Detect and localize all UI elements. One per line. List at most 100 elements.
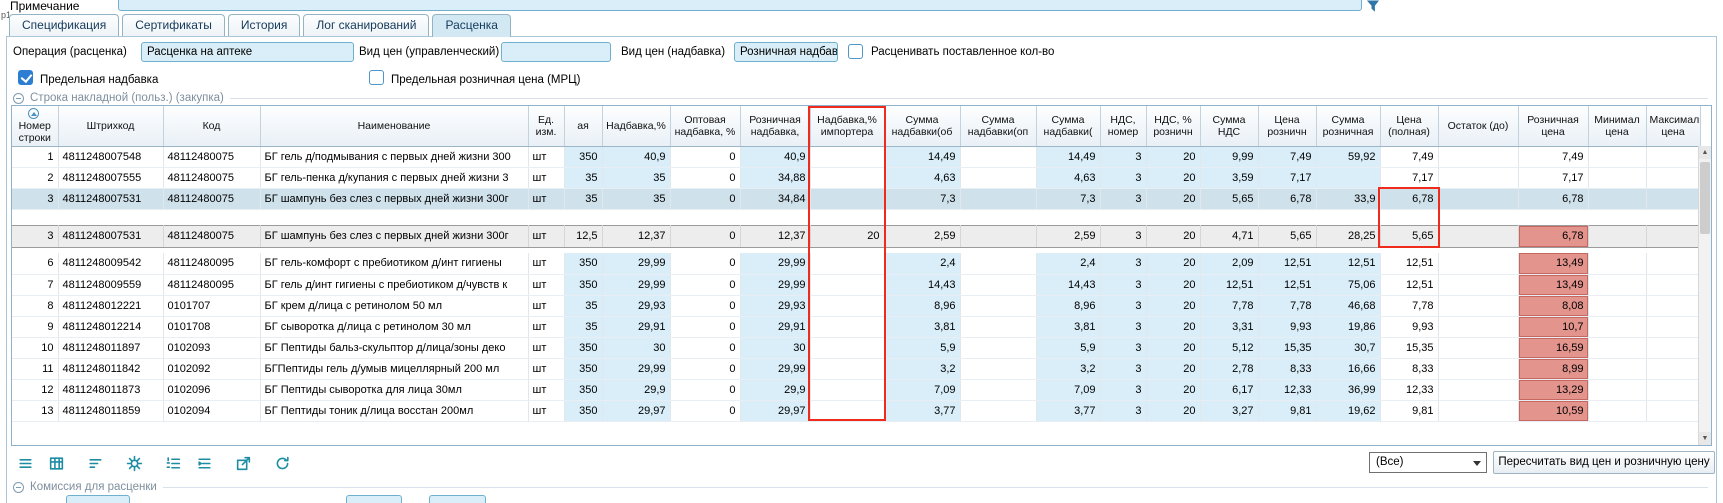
tab-history[interactable]: История <box>228 14 301 36</box>
cell[interactable]: 3 <box>1100 188 1146 209</box>
col-header[interactable]: Минимал цена <box>1588 106 1646 146</box>
reprice-checkbox[interactable] <box>848 44 863 59</box>
col-header[interactable]: ая <box>564 106 602 146</box>
col-header[interactable]: Сумма розничная <box>1316 106 1380 146</box>
cell[interactable] <box>960 400 1036 421</box>
cell[interactable]: 13,29 <box>1518 379 1588 400</box>
cell[interactable] <box>1588 188 1646 209</box>
cell[interactable]: 3,2 <box>884 358 960 379</box>
cell[interactable] <box>810 253 884 274</box>
cell[interactable]: 7 <box>12 274 58 295</box>
cell[interactable]: 20 <box>1146 225 1200 247</box>
cell[interactable]: 35 <box>602 167 670 188</box>
cell[interactable]: 16,66 <box>1316 358 1380 379</box>
cell[interactable] <box>810 379 884 400</box>
cell[interactable]: 29,9 <box>740 379 810 400</box>
cell[interactable]: 7,17 <box>1258 167 1316 188</box>
cell[interactable]: 3 <box>1100 295 1146 316</box>
cell[interactable]: 5,9 <box>884 337 960 358</box>
cell[interactable]: шт <box>528 295 564 316</box>
cell[interactable]: 15,35 <box>1258 337 1316 358</box>
cell[interactable]: 3 <box>1100 225 1146 247</box>
cell[interactable] <box>1646 400 1700 421</box>
cell[interactable]: 7,49 <box>1518 146 1588 167</box>
note-funnel-icon[interactable] <box>1367 0 1381 13</box>
cell[interactable]: 46,68 <box>1316 295 1380 316</box>
scroll-thumb[interactable] <box>1700 162 1710 234</box>
cell[interactable]: 19,62 <box>1316 400 1380 421</box>
cell[interactable]: 350 <box>564 358 602 379</box>
cell[interactable]: 7,17 <box>1518 167 1588 188</box>
cell[interactable]: 9,81 <box>1258 400 1316 421</box>
cell[interactable]: 20 <box>1146 253 1200 274</box>
cell[interactable]: 12,51 <box>1200 274 1258 295</box>
cell[interactable]: 20 <box>1146 167 1200 188</box>
col-header[interactable]: НДС, номер <box>1100 106 1146 146</box>
cell[interactable]: 8 <box>12 295 58 316</box>
cell[interactable] <box>1646 295 1700 316</box>
cell[interactable]: 12,51 <box>1380 253 1438 274</box>
indent-list-icon[interactable] <box>192 451 216 475</box>
limit-retail-checkbox[interactable] <box>369 70 384 85</box>
tab-pricing[interactable]: Расценка <box>432 14 511 37</box>
cell[interactable]: 350 <box>564 379 602 400</box>
cell[interactable]: 15,35 <box>1380 337 1438 358</box>
cell[interactable] <box>1588 274 1646 295</box>
cell[interactable] <box>960 225 1036 247</box>
price-type-mgmt-input[interactable] <box>501 42 611 62</box>
cell[interactable]: 0 <box>670 225 740 247</box>
scroll-up-button[interactable]: ▲ <box>1699 146 1711 159</box>
cell[interactable]: 75,06 <box>1316 274 1380 295</box>
cell[interactable]: БГ Пептиды тоник д/лица восстан 200мл <box>260 400 528 421</box>
cell[interactable]: 29,97 <box>602 400 670 421</box>
cell[interactable]: 20 <box>1146 295 1200 316</box>
col-header[interactable]: НДС, % розничн <box>1146 106 1200 146</box>
col-header[interactable]: Сумма надбавки(оп <box>960 106 1036 146</box>
cell[interactable] <box>810 316 884 337</box>
cell[interactable]: 10 <box>12 337 58 358</box>
cell[interactable] <box>1438 146 1518 167</box>
cell[interactable] <box>960 146 1036 167</box>
cell[interactable] <box>1646 167 1700 188</box>
cell[interactable]: 20 <box>1146 274 1200 295</box>
cell[interactable]: 3 <box>1100 167 1146 188</box>
menu-list-icon[interactable] <box>13 451 37 475</box>
cell[interactable]: 3,81 <box>1036 316 1100 337</box>
cell[interactable] <box>810 188 884 209</box>
cell[interactable]: 8,96 <box>1036 295 1100 316</box>
cell[interactable]: 2,09 <box>1200 253 1258 274</box>
cell[interactable] <box>960 253 1036 274</box>
cell[interactable]: 11 <box>12 358 58 379</box>
cell[interactable] <box>960 316 1036 337</box>
tab-certificates[interactable]: Сертификаты <box>122 14 225 36</box>
cell[interactable]: 2,4 <box>1036 253 1100 274</box>
cell[interactable] <box>1646 146 1700 167</box>
cell[interactable] <box>1438 400 1518 421</box>
cell[interactable] <box>1588 400 1646 421</box>
cell[interactable]: БГ Пептиды бальз-скульптор д/лица/зоны д… <box>260 337 528 358</box>
cell[interactable]: 20 <box>1146 358 1200 379</box>
cell[interactable] <box>1646 316 1700 337</box>
cell[interactable]: 29,99 <box>602 274 670 295</box>
col-header[interactable]: Сумма надбавки( <box>1036 106 1100 146</box>
cell[interactable]: 12,37 <box>602 225 670 247</box>
cell[interactable] <box>1438 225 1518 247</box>
cell[interactable]: 9 <box>12 316 58 337</box>
cell[interactable]: 0 <box>670 167 740 188</box>
cell[interactable]: шт <box>528 337 564 358</box>
cell[interactable]: 3,2 <box>1036 358 1100 379</box>
cell[interactable]: БГ Пептиды сыворотка для лица 30мл <box>260 379 528 400</box>
cell[interactable]: 2,78 <box>1200 358 1258 379</box>
cell[interactable]: 6,78 <box>1518 225 1588 247</box>
col-header[interactable]: Код <box>163 106 260 146</box>
cell[interactable]: 20 <box>1146 400 1200 421</box>
cell[interactable]: 8,33 <box>1258 358 1316 379</box>
cell[interactable]: 0 <box>670 188 740 209</box>
cell[interactable]: 3 <box>1100 146 1146 167</box>
cell[interactable]: 20 <box>1146 337 1200 358</box>
cell[interactable]: 4811248011842 <box>58 358 163 379</box>
cell[interactable]: 9,81 <box>1380 400 1438 421</box>
cell[interactable]: 9,93 <box>1380 316 1438 337</box>
cell[interactable] <box>1438 253 1518 274</box>
cell[interactable]: 36,99 <box>1316 379 1380 400</box>
